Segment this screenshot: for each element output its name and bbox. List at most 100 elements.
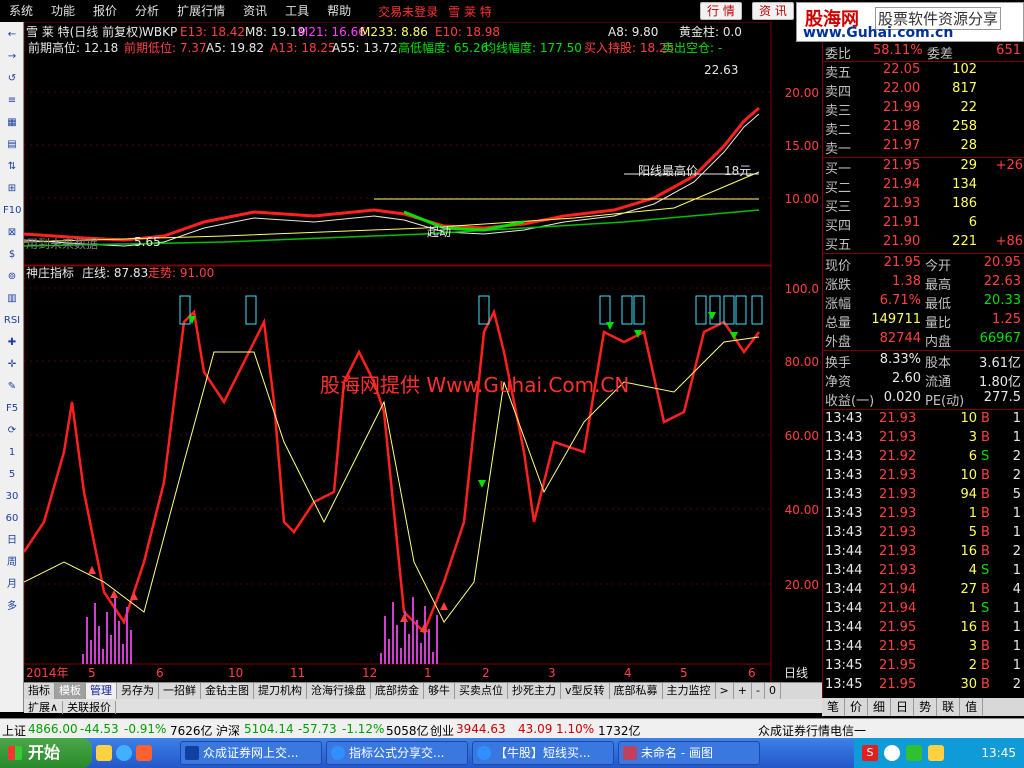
left-tool-icon[interactable]: F10 bbox=[3, 202, 21, 220]
tick-row[interactable]: 13:45 21.95 2 B 1 bbox=[823, 658, 1024, 677]
quick-launch-icon[interactable] bbox=[96, 745, 112, 761]
browser-icon[interactable] bbox=[116, 745, 132, 761]
indicator-tab[interactable]: 模板 bbox=[55, 683, 86, 699]
left-tool-icon[interactable]: ▥ bbox=[3, 290, 21, 308]
buy-row[interactable]: 买三 21.93 186 bbox=[823, 196, 1024, 215]
tick-row[interactable]: 13:43 21.92 6 S 2 bbox=[823, 449, 1024, 468]
left-tool-icon[interactable]: ⟳ bbox=[3, 422, 21, 440]
left-tool-icon[interactable]: ▦ bbox=[3, 114, 21, 132]
left-tool-icon[interactable]: ▤ bbox=[3, 136, 21, 154]
related-quote-tab[interactable]: 关联报价 bbox=[63, 701, 117, 714]
indicator-tab[interactable]: 够牛 bbox=[424, 683, 455, 699]
left-tool-icon[interactable]: 30 bbox=[3, 488, 21, 506]
tick-row[interactable]: 13:43 21.93 5 B 1 bbox=[823, 525, 1024, 544]
sell-row[interactable]: 卖三 21.99 22 bbox=[823, 100, 1024, 119]
left-tool-icon[interactable]: 周 bbox=[3, 554, 21, 572]
tick-row[interactable]: 13:43 21.93 94 B 5 bbox=[823, 487, 1024, 506]
speaker-icon[interactable] bbox=[928, 745, 944, 761]
app-icon[interactable] bbox=[136, 745, 152, 761]
indicator-tab[interactable]: 主力监控 bbox=[663, 683, 716, 699]
tick-row[interactable]: 13:44 21.93 16 B 2 bbox=[823, 544, 1024, 563]
left-tool-icon[interactable]: ⇅ bbox=[3, 158, 21, 176]
fund-row[interactable]: 换手 8.33% 股本 3.61亿 bbox=[823, 352, 1024, 371]
sell-row[interactable]: 卖二 21.98 258 bbox=[823, 119, 1024, 138]
weibi-row[interactable]: 委比 58.11% 委差 651 bbox=[823, 43, 1024, 62]
left-tool-icon[interactable]: ⊠ bbox=[3, 224, 21, 242]
quote-view-tab[interactable]: 联 bbox=[937, 698, 961, 716]
tick-row[interactable]: 13:43 21.93 1 B 1 bbox=[823, 506, 1024, 525]
left-tool-icon[interactable]: 月 bbox=[3, 576, 21, 594]
tick-row[interactable]: 13:44 21.94 1 S 1 bbox=[823, 601, 1024, 620]
task-zhongcheng[interactable]: 众成证券网上交... bbox=[180, 741, 322, 765]
left-tool-icon[interactable]: ← bbox=[3, 26, 21, 44]
indicator-tab[interactable]: 管理 bbox=[86, 683, 117, 699]
sell-row[interactable]: 卖四 22.00 817 bbox=[823, 81, 1024, 100]
tick-row[interactable]: 13:43 21.93 10 B 1 bbox=[823, 411, 1024, 430]
buy-row[interactable]: 买二 21.94 134 bbox=[823, 177, 1024, 196]
indicator-tab[interactable]: 另存为 bbox=[117, 683, 159, 699]
indicator-tab[interactable]: 买卖点位 bbox=[455, 683, 508, 699]
buy-row[interactable]: 买一 21.95 29 +26 bbox=[823, 158, 1024, 177]
stat-row[interactable]: 外盘 82744 内盘 66967 bbox=[823, 331, 1024, 350]
left-tool-icon[interactable]: 1 bbox=[3, 444, 21, 462]
indicator-tab[interactable]: 沧海行操盘 bbox=[307, 683, 371, 699]
fund-row[interactable]: 净资 2.60 流通 1.80亿 bbox=[823, 371, 1024, 390]
tab-nav-button[interactable]: - bbox=[752, 683, 765, 699]
tab-nav-button[interactable]: + bbox=[734, 683, 752, 699]
left-tool-icon[interactable]: ✎ bbox=[3, 378, 21, 396]
left-tool-icon[interactable]: ⊚ bbox=[3, 268, 21, 286]
buy-row[interactable]: 买五 21.90 221 +86 bbox=[823, 234, 1024, 253]
buy-row[interactable]: 买四 21.91 6 bbox=[823, 215, 1024, 234]
indicator-tab[interactable]: 抄死主力 bbox=[508, 683, 561, 699]
tick-row[interactable]: 13:44 21.94 27 B 4 bbox=[823, 582, 1024, 601]
left-tool-icon[interactable]: 多 bbox=[3, 598, 21, 616]
menu-tools[interactable]: 工具 bbox=[276, 0, 318, 22]
menu-analysis[interactable]: 分析 bbox=[126, 0, 168, 22]
quote-view-tab[interactable]: 细 bbox=[868, 698, 892, 716]
left-tool-icon[interactable]: ✛ bbox=[3, 356, 21, 374]
left-tool-icon[interactable]: 60 bbox=[3, 510, 21, 528]
stat-row[interactable]: 总量 149711 量比 1.25 bbox=[823, 312, 1024, 331]
quote-view-tab[interactable]: 价 bbox=[845, 698, 869, 716]
security-icon[interactable] bbox=[906, 745, 922, 761]
fund-row[interactable]: 收益(一) 0.020 PE(动) 277.5 bbox=[823, 390, 1024, 409]
tab-nav-button[interactable]: > bbox=[716, 683, 734, 699]
quote-view-tab[interactable]: 日 bbox=[891, 698, 915, 716]
left-tool-icon[interactable]: 日 bbox=[3, 532, 21, 550]
left-tool-icon[interactable]: → bbox=[3, 48, 21, 66]
indicator-tab[interactable]: 底部私募 bbox=[610, 683, 663, 699]
left-tool-icon[interactable]: ⊞ bbox=[3, 180, 21, 198]
tick-row[interactable]: 13:44 21.93 4 S 1 bbox=[823, 563, 1024, 582]
menu-function[interactable]: 功能 bbox=[42, 0, 84, 22]
tick-row[interactable]: 13:43 21.93 10 B 2 bbox=[823, 468, 1024, 487]
left-tool-icon[interactable]: $ bbox=[3, 246, 21, 264]
indicator-tab[interactable]: 金钻主图 bbox=[201, 683, 254, 699]
stat-row[interactable]: 涨幅 6.71% 最低 20.33 bbox=[823, 293, 1024, 312]
input-method-icon[interactable]: S bbox=[862, 745, 878, 761]
menu-system[interactable]: 系统 bbox=[0, 0, 42, 22]
trade-login-status[interactable]: 交易未登录 bbox=[378, 3, 438, 20]
task-paint[interactable]: 未命名 - 画图 bbox=[618, 741, 760, 765]
left-tool-icon[interactable]: RSI bbox=[3, 312, 21, 330]
menu-ext-market[interactable]: 扩展行情 bbox=[168, 0, 234, 22]
menu-help[interactable]: 帮助 bbox=[318, 0, 360, 22]
left-tool-icon[interactable]: ↺ bbox=[3, 70, 21, 88]
tick-row[interactable]: 13:45 21.95 30 B 2 bbox=[823, 677, 1024, 696]
indicator-tab[interactable]: 一招鲜 bbox=[159, 683, 201, 699]
sell-row[interactable]: 卖五 22.05 102 bbox=[823, 62, 1024, 81]
sell-row[interactable]: 卖一 21.97 28 bbox=[823, 138, 1024, 157]
quote-button[interactable]: 行 情 bbox=[700, 2, 742, 20]
tick-row[interactable]: 13:44 21.95 3 B 1 bbox=[823, 639, 1024, 658]
indicator-tab[interactable]: 指标 bbox=[24, 683, 55, 699]
stock-chart[interactable]: 雪 莱 特(日线 前复权) WBKP E13: 18.42 M8: 19.19M21:… bbox=[24, 22, 822, 682]
indicator-tab[interactable]: 提刀机构 bbox=[254, 683, 307, 699]
tick-row[interactable]: 13:43 21.93 3 B 1 bbox=[823, 430, 1024, 449]
left-tool-icon[interactable]: ✚ bbox=[3, 334, 21, 352]
quote-view-tab[interactable]: 值 bbox=[960, 698, 984, 716]
left-tool-icon[interactable]: ≡ bbox=[3, 92, 21, 110]
left-tool-icon[interactable]: F5 bbox=[3, 400, 21, 418]
start-button[interactable]: 开始 bbox=[0, 738, 92, 768]
menu-quote[interactable]: 报价 bbox=[84, 0, 126, 22]
network-icon[interactable] bbox=[884, 745, 900, 761]
indicator-tab[interactable]: v型反转 bbox=[561, 683, 610, 699]
